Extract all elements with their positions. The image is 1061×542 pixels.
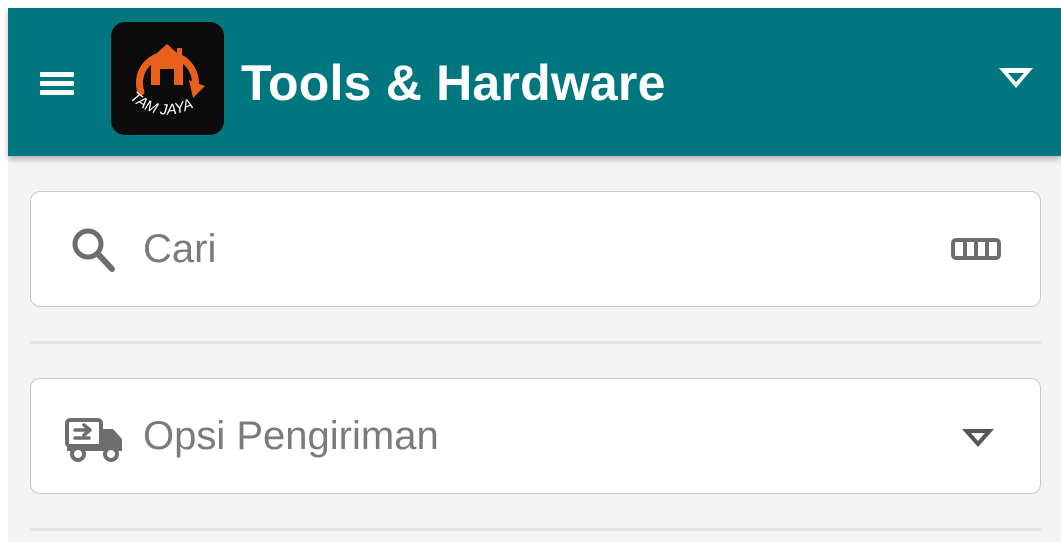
hamburger-menu-icon[interactable] <box>34 60 80 104</box>
caret-down-icon <box>999 68 1033 88</box>
barcode-scan-button[interactable] <box>941 228 1011 272</box>
caret-down-icon[interactable] <box>956 425 1000 453</box>
search-input[interactable] <box>143 220 923 278</box>
page-background: TAM JAYA Tools & Hardware Cari Opsi Peng… <box>0 0 1061 542</box>
shipping-option-select[interactable]: Opsi Pengiriman <box>30 378 1041 494</box>
app-bar: TAM JAYA Tools & Hardware <box>8 8 1061 156</box>
app-title: Tools & Hardware <box>241 55 666 111</box>
store-logo: TAM JAYA <box>111 22 224 135</box>
store-dropdown-button[interactable] <box>986 58 1046 102</box>
svg-text:TAM JAYA: TAM JAYA <box>127 88 196 118</box>
menu-line <box>40 72 74 77</box>
left-edge <box>0 0 8 542</box>
section-divider <box>30 528 1041 531</box>
delivery-truck-icon <box>65 418 122 462</box>
top-edge <box>0 0 1061 8</box>
tam-jaya-logo-icon: TAM JAYA <box>127 44 205 119</box>
section-divider <box>30 341 1041 344</box>
search-icon <box>72 228 115 272</box>
shipping-option-label: Opsi Pengiriman <box>143 414 439 458</box>
search-field <box>30 191 1041 307</box>
menu-line <box>40 90 74 95</box>
menu-line <box>40 81 74 86</box>
barcode-scan-icon <box>951 238 1001 260</box>
